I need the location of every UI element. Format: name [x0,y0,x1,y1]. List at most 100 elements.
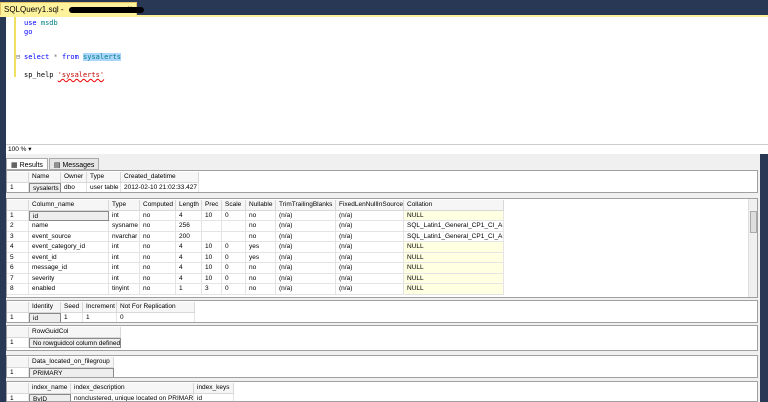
grid-cell[interactable] [202,221,222,232]
grid-cell[interactable]: sysname [109,221,140,232]
grid-cell[interactable]: tinyint [109,284,140,295]
grid-cell[interactable]: no [140,284,176,295]
column-header[interactable]: TrimTrailingBlanks [276,200,336,211]
grid-cell[interactable]: NULL [404,284,504,295]
grid-cell[interactable]: (n/a) [276,231,336,242]
column-header[interactable]: Seed [61,302,83,313]
column-header[interactable] [7,357,29,368]
row-number[interactable]: 1 [7,337,29,348]
grid-cell[interactable]: 1 [176,284,202,295]
grid-cell[interactable]: NULL [404,273,504,284]
column-header[interactable]: Type [87,172,121,183]
tab-messages[interactable]: ▤ Messages [48,158,100,170]
grid-cell[interactable]: 10 [202,242,222,253]
grid-cell[interactable]: 0 [222,252,246,263]
grid-cell[interactable]: int [109,242,140,253]
collapse-icon[interactable]: ⊟ [16,53,20,61]
grid-cell[interactable]: id [194,393,234,401]
grid-cell[interactable]: (n/a) [336,284,404,295]
grid-cell[interactable]: no [246,210,276,221]
grid-cell[interactable]: (n/a) [276,210,336,221]
grid-cell[interactable]: 0 [222,284,246,295]
grid-cell[interactable]: (n/a) [336,221,404,232]
grid-cell[interactable] [202,231,222,242]
column-header[interactable]: Created_datetime [121,172,199,183]
result-grid[interactable]: index_name index_description index_keys 1 By… [6,381,758,402]
grid-cell[interactable]: event_category_id [29,242,109,253]
grid-cell[interactable]: enabled [29,284,109,295]
row-number[interactable]: 8 [7,284,29,295]
grid-cell[interactable]: (n/a) [276,242,336,253]
grid-cell[interactable]: ByID [29,393,71,401]
grid-cell[interactable]: 0 [222,210,246,221]
grid-cell[interactable]: 10 [202,210,222,221]
column-header[interactable]: Prec [202,200,222,211]
row-number[interactable]: 1 [7,210,29,221]
column-header[interactable]: Column_name [29,200,109,211]
grid-cell[interactable] [222,221,246,232]
grid-cell[interactable]: 4 [176,242,202,253]
grid-cell[interactable]: 4 [176,252,202,263]
grid-cell[interactable]: 10 [202,252,222,263]
grid-cell[interactable]: int [109,210,140,221]
column-header[interactable]: Length [176,200,202,211]
grid-cell[interactable]: severity [29,273,109,284]
grid-cell[interactable]: (n/a) [276,273,336,284]
row-number[interactable]: 7 [7,273,29,284]
column-header[interactable]: index_name [29,383,71,394]
grid-cell[interactable]: 0 [222,263,246,274]
grid-cell[interactable]: (n/a) [336,273,404,284]
column-header[interactable]: Owner [61,172,87,183]
grid-cell[interactable]: yes [246,252,276,263]
grid-cell[interactable]: int [109,273,140,284]
grid-cell[interactable]: NULL [404,252,504,263]
grid-cell[interactable]: user table [87,182,121,192]
row-number[interactable]: 2 [7,221,29,232]
grid-cell[interactable]: no [140,273,176,284]
column-header[interactable]: FixedLenNullInSource [336,200,404,211]
grid-cell[interactable]: nvarchar [109,231,140,242]
result-grid[interactable]: Name Owner Type Created_datetime 1 sysalerts d… [6,170,758,193]
column-header[interactable]: RowGuidCol [29,327,121,338]
grid-cell[interactable]: id [29,210,109,221]
grid-cell[interactable]: (n/a) [276,284,336,295]
column-header[interactable]: Increment [83,302,117,313]
row-number[interactable]: 3 [7,231,29,242]
column-header[interactable]: Name [29,172,61,183]
grid-cell[interactable]: no [140,231,176,242]
grid-cell[interactable]: 1 [61,312,83,322]
column-header[interactable]: Not For Replication [117,302,195,313]
row-number[interactable]: 1 [7,312,29,322]
grid-cell[interactable]: message_id [29,263,109,274]
grid-cell[interactable]: no [246,263,276,274]
tab-results[interactable]: ▦ Results [6,158,48,170]
grid-cell[interactable]: name [29,221,109,232]
column-header[interactable] [7,327,29,338]
grid-cell[interactable]: event_id [29,252,109,263]
result-grid[interactable]: Data_located_on_filegroup 1 PRIMARY [6,355,758,378]
row-number[interactable]: 1 [7,393,29,401]
grid-cell[interactable]: (n/a) [276,263,336,274]
grid-cell[interactable]: 10 [202,263,222,274]
grid-cell[interactable]: no [140,242,176,253]
vertical-scrollbar[interactable] [748,199,757,297]
column-header[interactable] [7,302,29,313]
grid-cell[interactable]: 3 [202,284,222,295]
grid-cell[interactable]: no [140,221,176,232]
column-header[interactable]: index_keys [194,383,234,394]
row-number[interactable]: 1 [7,182,29,192]
close-icon[interactable]: × [127,4,132,13]
row-number[interactable]: 4 [7,242,29,253]
grid-cell[interactable]: (n/a) [336,263,404,274]
grid-cell[interactable]: 0 [222,242,246,253]
query-tab[interactable]: SQLQuery1.sql - × [0,2,144,16]
grid-cell[interactable]: (n/a) [336,231,404,242]
grid-cell[interactable]: no [140,252,176,263]
row-number[interactable]: 5 [7,252,29,263]
column-header[interactable] [7,383,29,394]
grid-cell[interactable]: SQL_Latin1_General_CP1_CI_AS [404,221,504,232]
result-grid[interactable]: Column_name Type Computed Length Prec Scale Nu… [6,198,758,298]
grid-cell[interactable]: yes [246,242,276,253]
grid-cell[interactable]: id [29,312,61,322]
grid-cell[interactable]: NULL [404,263,504,274]
